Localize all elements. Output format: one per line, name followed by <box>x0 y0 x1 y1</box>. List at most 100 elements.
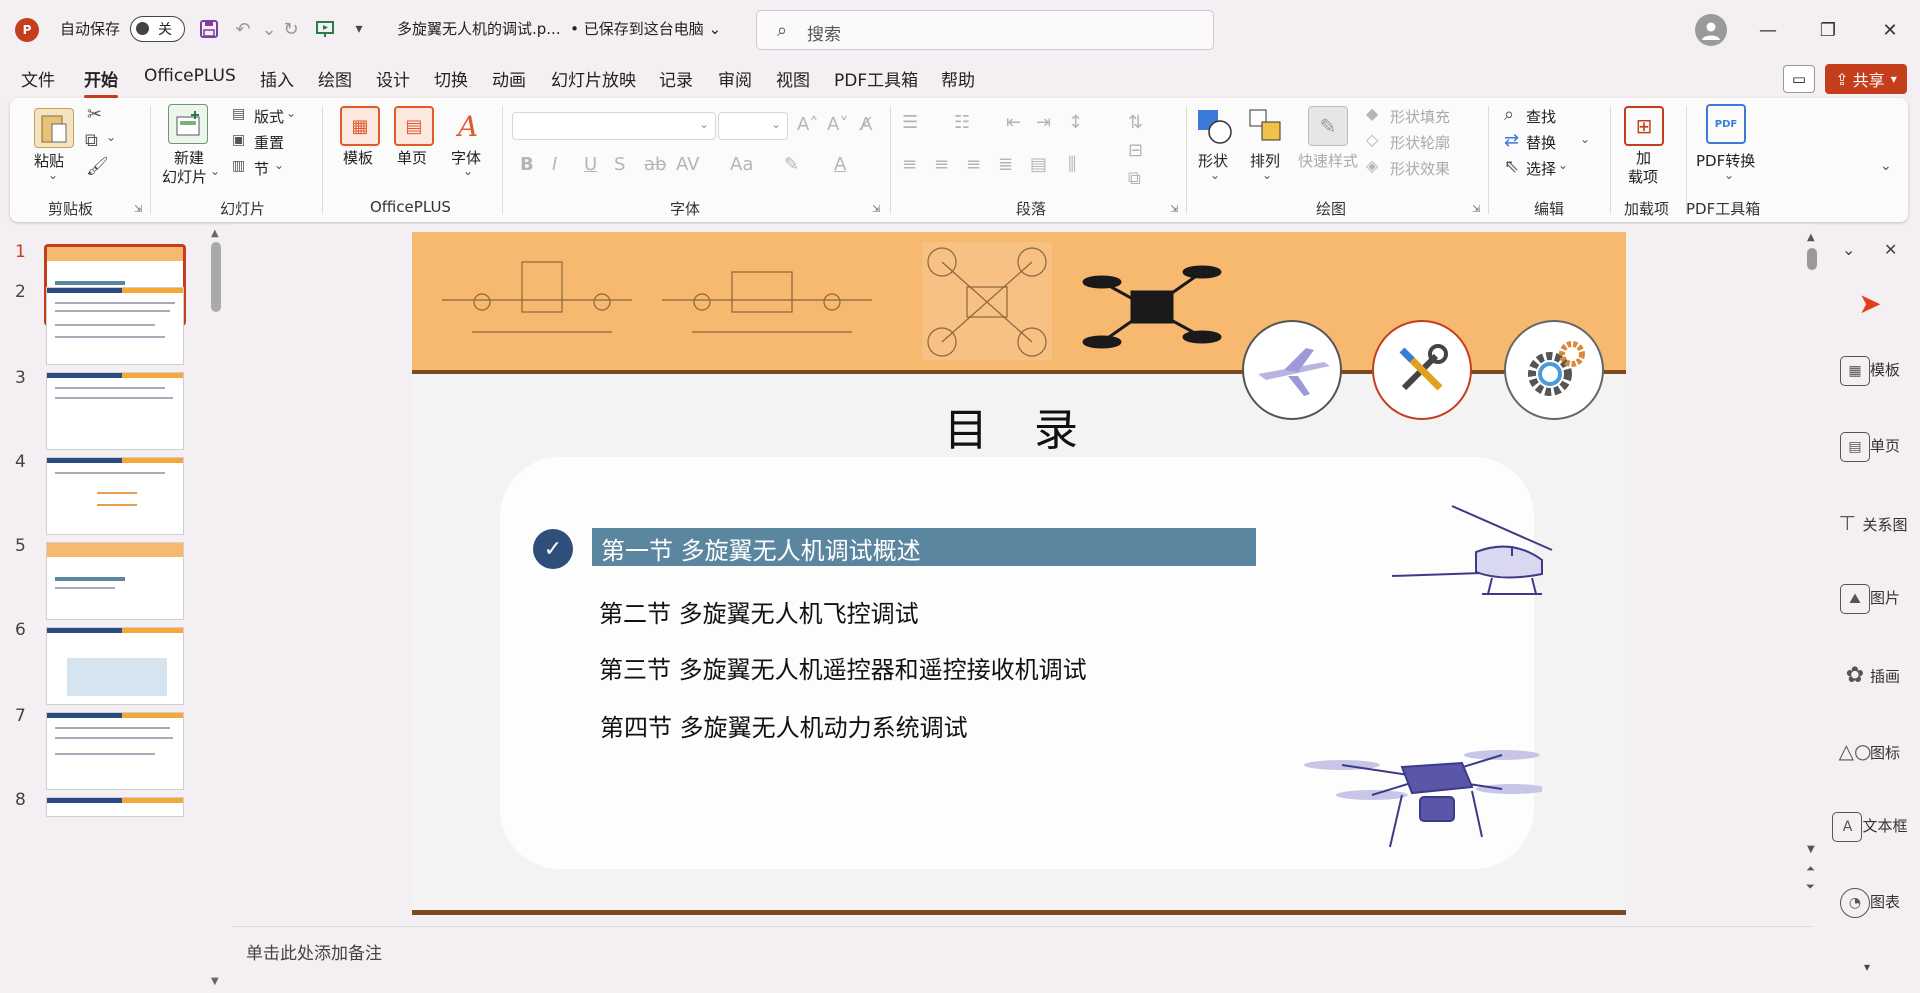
font-icon[interactable]: A <box>448 106 488 146</box>
highlight-icon[interactable]: ✎ <box>784 154 799 175</box>
save-icon[interactable] <box>196 16 222 42</box>
bold-icon[interactable]: B <box>520 154 534 175</box>
shadow-icon[interactable]: S <box>614 154 625 175</box>
new-slide-label-2[interactable]: 幻灯片 <box>162 166 207 187</box>
minimize-icon[interactable]: — <box>1748 14 1788 46</box>
single-page-icon[interactable]: ▤ <box>394 106 434 146</box>
close-icon[interactable]: ✕ <box>1884 240 1897 259</box>
slide-thumbnail-3[interactable] <box>46 372 184 450</box>
chevron-down-icon[interactable]: ⌄ <box>1724 168 1734 182</box>
replace-icon[interactable]: ⇄ <box>1504 130 1519 151</box>
layout-label[interactable]: 版式 <box>254 106 284 127</box>
decrease-indent-icon[interactable]: ⇤ <box>1006 112 1021 133</box>
shape-fill-label[interactable]: 形状填充 <box>1390 106 1450 127</box>
quick-styles-label[interactable]: 快速样式 <box>1298 150 1358 171</box>
cut-icon[interactable]: ✂ <box>87 104 102 125</box>
change-case-icon[interactable]: Aa <box>730 154 753 175</box>
shape-effects-icon[interactable]: ◈ <box>1366 156 1378 175</box>
toc-item-3[interactable]: 第三节 多旋翼无人机遥控器和遥控接收机调试 <box>599 650 1087 685</box>
chevron-down-icon[interactable]: ⌄ <box>1262 168 1272 182</box>
toc-item-2[interactable]: 第二节 多旋翼无人机飞控调试 <box>599 594 919 629</box>
clear-formatting-icon[interactable]: A̸ <box>860 114 872 135</box>
dialog-launcher-icon[interactable]: ⇲ <box>134 204 142 215</box>
slide-thumbnail-7[interactable] <box>46 712 184 790</box>
select-icon[interactable]: ⇖ <box>1504 156 1519 177</box>
smartart-convert-icon[interactable]: ⧉ <box>1128 168 1141 189</box>
new-slide-icon[interactable] <box>168 104 208 144</box>
align-right-icon[interactable]: ≡ <box>966 154 981 175</box>
align-text-icon[interactable]: ⊟ <box>1128 140 1143 161</box>
font-color-icon[interactable]: A <box>834 154 846 175</box>
align-left-icon[interactable]: ≡ <box>902 154 917 175</box>
previous-slide-icon[interactable]: ⏶ <box>1806 862 1815 876</box>
shapes-icon[interactable] <box>1194 106 1234 146</box>
next-slide-icon[interactable]: ⏷ <box>1806 880 1815 894</box>
font-family-dropdown[interactable]: ⌄ <box>512 112 716 140</box>
arrange-icon[interactable] <box>1246 106 1286 146</box>
character-spacing-icon[interactable]: AV <box>676 154 699 175</box>
shape-outline-icon[interactable]: ◇ <box>1366 130 1378 149</box>
bullets-icon[interactable]: ☰ <box>902 112 918 133</box>
slide[interactable]: 目 录 ✓ 第一节 多旋翼无人机调试概述 第二节 多旋翼无人机飞控调试 第三节 … <box>412 232 1626 915</box>
tab-review[interactable]: 审阅 <box>718 66 752 91</box>
toc-item-4[interactable]: 第四节 多旋翼无人机动力系统调试 <box>600 708 968 743</box>
align-center-icon[interactable]: ≡ <box>934 154 949 175</box>
restore-icon[interactable]: ❐ <box>1808 14 1848 46</box>
panel-template-button[interactable]: ▦ 模板 <box>1820 356 1920 392</box>
share-button[interactable]: ⇪ 共享 ▾ <box>1825 64 1907 94</box>
strikethrough-icon[interactable]: ab <box>644 154 666 175</box>
tab-home[interactable]: 开始 <box>84 66 118 98</box>
section-icon[interactable]: ▥ <box>232 158 245 174</box>
section-label[interactable]: 节 <box>254 158 269 179</box>
copy-icon[interactable]: ⧉ <box>85 130 98 151</box>
increase-indent-icon[interactable]: ⇥ <box>1036 112 1051 133</box>
search-box[interactable]: ⌕ 搜索 <box>756 10 1214 50</box>
scroll-down-icon[interactable]: ▼ <box>211 976 219 987</box>
shape-outline-label[interactable]: 形状轮廓 <box>1390 132 1450 153</box>
reset-icon[interactable]: ▣ <box>232 132 245 148</box>
columns-icon[interactable]: ⫼ <box>1068 154 1076 175</box>
tab-help[interactable]: 帮助 <box>941 66 975 91</box>
numbering-icon[interactable]: ☷ <box>954 112 970 133</box>
redo-icon[interactable]: ↻ <box>278 16 304 42</box>
panel-diagram-button[interactable]: ⊤ 关系图 <box>1820 508 1920 544</box>
tab-file[interactable]: 文件 <box>21 66 55 91</box>
scroll-thumb[interactable] <box>1807 248 1817 270</box>
decrease-font-icon[interactable]: A˅ <box>827 114 848 135</box>
dialog-launcher-icon[interactable]: ⇲ <box>1170 204 1178 215</box>
template-label[interactable]: 模板 <box>343 147 373 168</box>
close-icon[interactable]: ✕ <box>1870 14 1910 46</box>
pdf-convert-icon[interactable]: PDF <box>1706 104 1746 144</box>
account-avatar-icon[interactable] <box>1695 14 1727 46</box>
toc-item-1[interactable]: 第一节 多旋翼无人机调试概述 <box>601 531 921 566</box>
slide-thumbnail-6[interactable] <box>46 627 184 705</box>
scroll-up-icon[interactable]: ▲ <box>211 228 219 239</box>
chevron-down-icon[interactable]: ⌄ <box>1210 168 1220 182</box>
shape-effects-label[interactable]: 形状效果 <box>1390 158 1450 179</box>
tab-slideshow[interactable]: 幻灯片放映 <box>551 66 636 91</box>
notes-pane[interactable]: 单击此处添加备注 <box>232 926 1814 993</box>
chevron-down-icon[interactable]: ⌄ <box>210 164 220 178</box>
slide-thumbnail-8[interactable] <box>46 797 184 817</box>
collapse-panel-icon[interactable]: ⌄ <box>1842 240 1855 259</box>
scroll-up-icon[interactable]: ▲ <box>1807 232 1815 243</box>
distributed-icon[interactable]: ▤ <box>1030 154 1047 175</box>
find-icon[interactable]: ⌕ <box>1504 104 1514 125</box>
template-icon[interactable]: ▦ <box>340 106 380 146</box>
slide-vertical-scrollbar[interactable]: ▲ ▼ ⏶ ⏷ <box>1806 232 1818 902</box>
tab-pdf-toolbox[interactable]: PDF工具箱 <box>834 66 918 91</box>
panel-single-page-button[interactable]: ▤ 单页 <box>1820 432 1920 468</box>
reset-label[interactable]: 重置 <box>254 132 284 153</box>
dialog-launcher-icon[interactable]: ⇲ <box>1472 204 1480 215</box>
collapse-ribbon-icon[interactable]: ⌄ <box>1880 158 1892 174</box>
underline-icon[interactable]: U <box>584 154 597 175</box>
chevron-down-icon[interactable]: ⌄ <box>463 164 473 178</box>
scroll-down-icon[interactable]: ▼ <box>1807 844 1815 855</box>
quick-styles-icon[interactable]: ✎ <box>1308 106 1348 146</box>
line-spacing-icon[interactable]: ↕ <box>1068 112 1083 133</box>
present-from-start-icon[interactable] <box>312 16 338 42</box>
layout-icon[interactable]: ▤ <box>232 106 245 122</box>
chevron-down-icon[interactable]: ▾ <box>1864 960 1870 974</box>
addins-label-1[interactable]: 加 <box>1636 147 1651 168</box>
undo-icon[interactable]: ↶ <box>230 16 256 42</box>
